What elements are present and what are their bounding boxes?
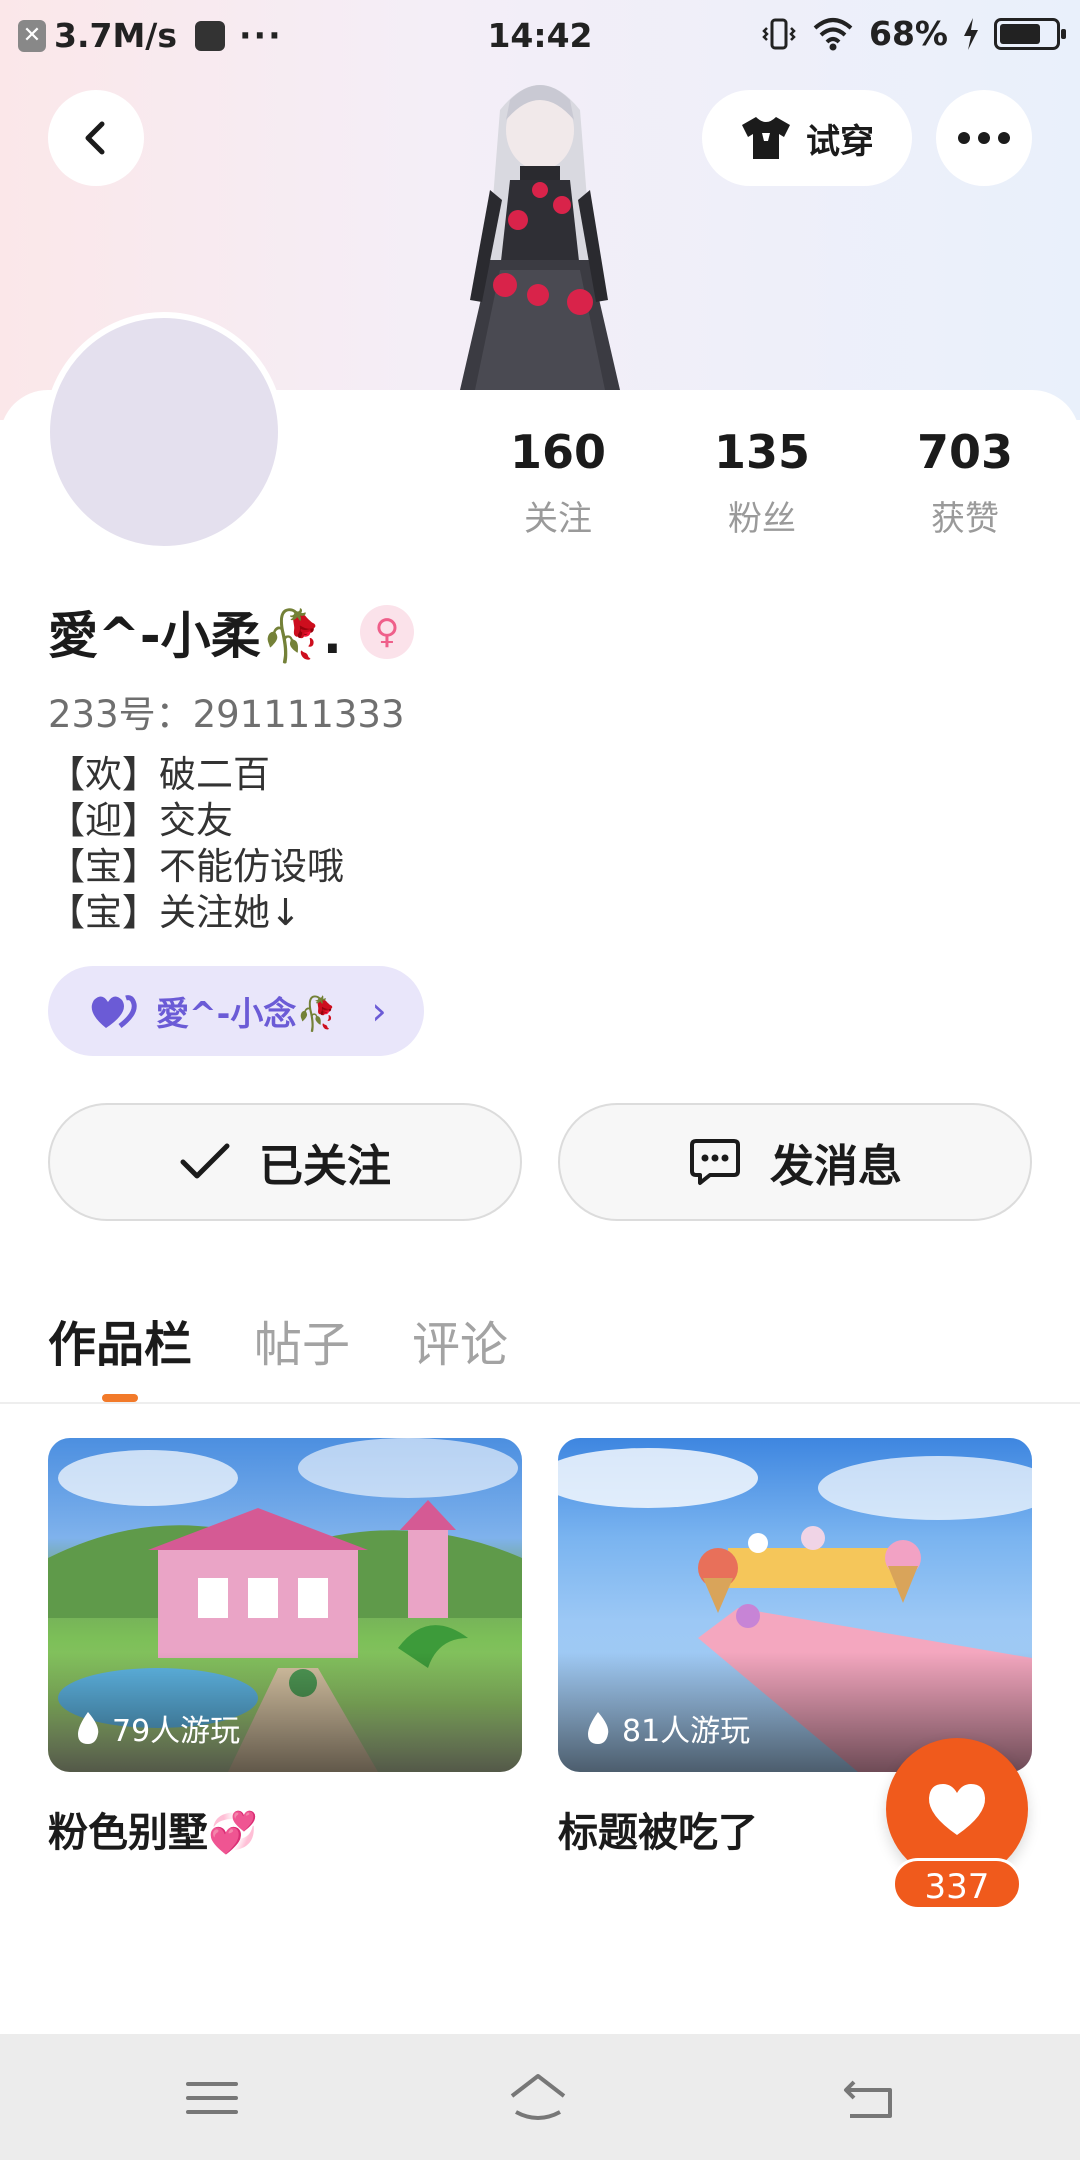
linked-friend-name: 愛^-小念🥀 xyxy=(156,994,338,1033)
chat-bubble-icon xyxy=(690,1139,740,1185)
checkmark-icon xyxy=(180,1143,230,1179)
work-card[interactable]: 79人游玩 粉色别墅💞 xyxy=(48,1438,522,1858)
back-button[interactable] xyxy=(48,90,144,186)
heart-icon xyxy=(928,1784,986,1835)
more-options-button[interactable] xyxy=(936,90,1032,186)
shirt-icon xyxy=(742,117,790,159)
back-arrow-icon xyxy=(85,121,105,155)
work-title: 粉色别墅💞 xyxy=(48,1810,258,1856)
active-tab-indicator xyxy=(102,1394,138,1402)
chevron-right-icon: › xyxy=(371,989,387,1033)
charging-icon xyxy=(964,17,978,50)
following-button-label: 已关注 xyxy=(259,1141,391,1192)
battery-percent: 68% xyxy=(869,14,948,53)
play-count-text: 79人游玩 xyxy=(112,1714,241,1749)
profile-page: ✕ 3.7M/s ··· 14:42 68% 试穿 160 关注 135 粉丝 … xyxy=(0,0,1080,2160)
user-id: 233号：291111333 xyxy=(48,693,405,736)
work-thumbnail: 81人游玩 xyxy=(558,1438,1032,1772)
back-nav-icon[interactable] xyxy=(840,2068,900,2128)
more-dots-icon xyxy=(958,132,1010,144)
user-avatar[interactable] xyxy=(44,312,284,552)
home-icon[interactable] xyxy=(508,2068,568,2128)
user-bio: 【欢】破二百 【迎】交友 【宝】不能仿设哦 【宝】关注她↓ xyxy=(48,752,344,936)
system-navigation-bar xyxy=(0,2034,1080,2160)
wifi-icon xyxy=(813,17,853,50)
work-thumbnail: 79人游玩 xyxy=(48,1438,522,1772)
followers-count: 135 xyxy=(713,425,811,479)
send-message-button[interactable]: 发消息 xyxy=(558,1103,1032,1221)
battery-icon xyxy=(994,17,1066,50)
flame-icon xyxy=(588,1712,609,1744)
play-count-text: 81人游玩 xyxy=(622,1714,751,1749)
status-bar: ✕ 3.7M/s ··· 14:42 68% xyxy=(0,0,1080,72)
bio-line: 【迎】交友 xyxy=(48,799,233,842)
play-count: 79人游玩 xyxy=(74,1706,240,1750)
try-on-label: 试穿 xyxy=(806,121,874,162)
try-on-button[interactable]: 试穿 xyxy=(702,90,912,186)
play-count: 81人游玩 xyxy=(584,1706,750,1750)
content-tabs: 作品栏 帖子 评论 xyxy=(48,1305,508,1375)
like-count-badge: 337 xyxy=(892,1858,1022,1910)
linked-friend-pill[interactable]: 愛^-小念🥀 › xyxy=(48,966,424,1056)
bio-line: 【宝】不能仿设哦 xyxy=(48,845,344,888)
bio-line: 【欢】破二百 xyxy=(48,753,270,796)
following-button[interactable]: 已关注 xyxy=(48,1103,522,1221)
menu-icon[interactable] xyxy=(182,2068,242,2128)
stat-likes[interactable]: 703 获赞 xyxy=(880,425,1050,540)
following-count: 160 xyxy=(509,425,607,479)
double-heart-icon xyxy=(91,995,137,1028)
flame-icon xyxy=(78,1712,99,1744)
bio-line: 【宝】关注她↓ xyxy=(48,891,302,934)
stat-following[interactable]: 160 关注 xyxy=(473,425,643,540)
tab-works[interactable]: 作品栏 xyxy=(48,1305,192,1375)
followers-label: 粉丝 xyxy=(728,499,796,539)
vibrate-icon xyxy=(762,18,796,49)
status-right: 68% xyxy=(761,14,1066,53)
character-avatar-image[interactable] xyxy=(430,70,650,390)
tab-comments[interactable]: 评论 xyxy=(412,1305,508,1375)
user-name: 愛^-小柔🥀. xyxy=(48,607,342,665)
tab-posts[interactable]: 帖子 xyxy=(254,1305,350,1375)
following-label: 关注 xyxy=(524,499,592,539)
likes-count: 703 xyxy=(916,425,1014,479)
tabs-divider xyxy=(0,1402,1080,1404)
female-gender-icon: ♀ xyxy=(359,605,414,659)
name-row: 愛^-小柔🥀. ♀ xyxy=(48,596,414,668)
send-message-label: 发消息 xyxy=(770,1141,902,1192)
likes-label: 获赞 xyxy=(931,499,999,539)
stat-followers[interactable]: 135 粉丝 xyxy=(677,425,847,540)
